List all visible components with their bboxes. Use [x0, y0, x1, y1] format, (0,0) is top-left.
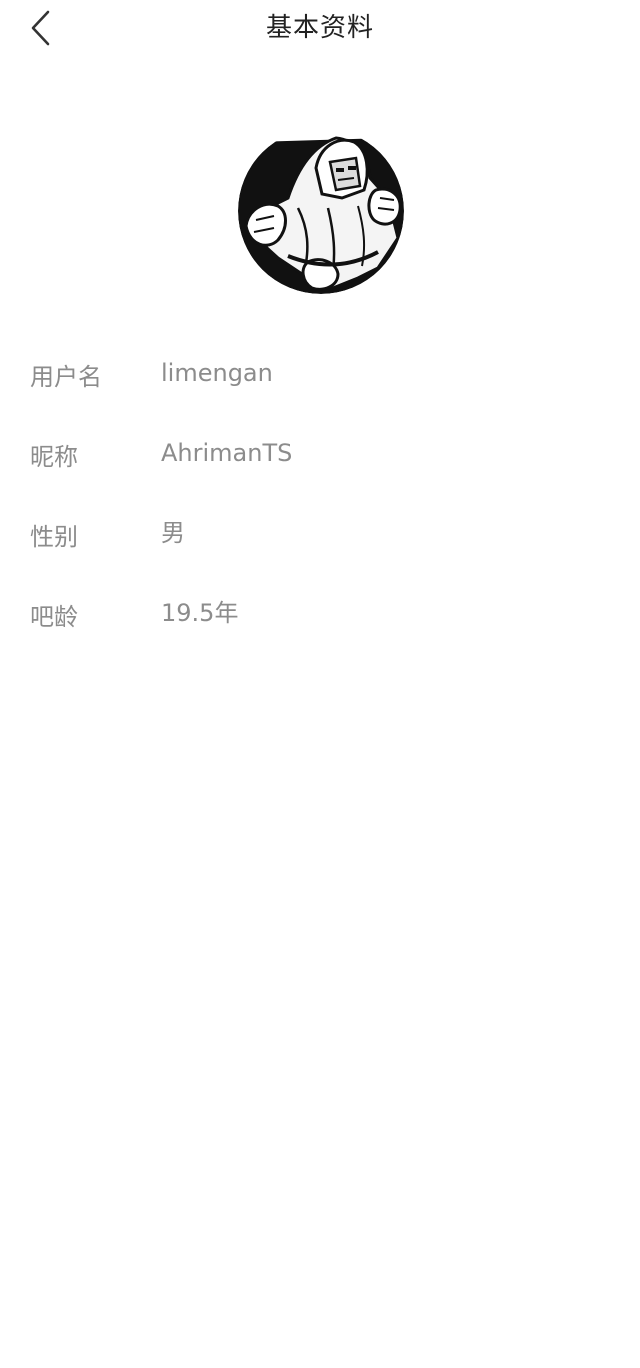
info-row-nickname: 昵称 AhrimanTS: [0, 420, 640, 500]
header: 基本资料: [0, 0, 640, 56]
account-age-label: 吧龄: [30, 603, 78, 631]
avatar-image: [238, 128, 404, 294]
info-row-gender: 性别 男: [0, 500, 640, 580]
nickname-value: AhrimanTS: [161, 439, 293, 467]
profile-info-list: 用户名 limengan 昵称 AhrimanTS 性别 男 吧龄 19.5年: [0, 340, 640, 660]
gender-value: 男: [161, 519, 185, 547]
nickname-label: 昵称: [30, 443, 78, 471]
account-age-value: 19.5年: [161, 599, 239, 627]
info-row-account-age: 吧龄 19.5年: [0, 580, 640, 660]
avatar[interactable]: [238, 128, 404, 294]
username-label: 用户名: [30, 363, 102, 391]
gender-label: 性别: [30, 523, 78, 551]
username-value: limengan: [161, 359, 273, 387]
info-row-username: 用户名 limengan: [0, 340, 640, 420]
page-title: 基本资料: [265, 13, 374, 43]
